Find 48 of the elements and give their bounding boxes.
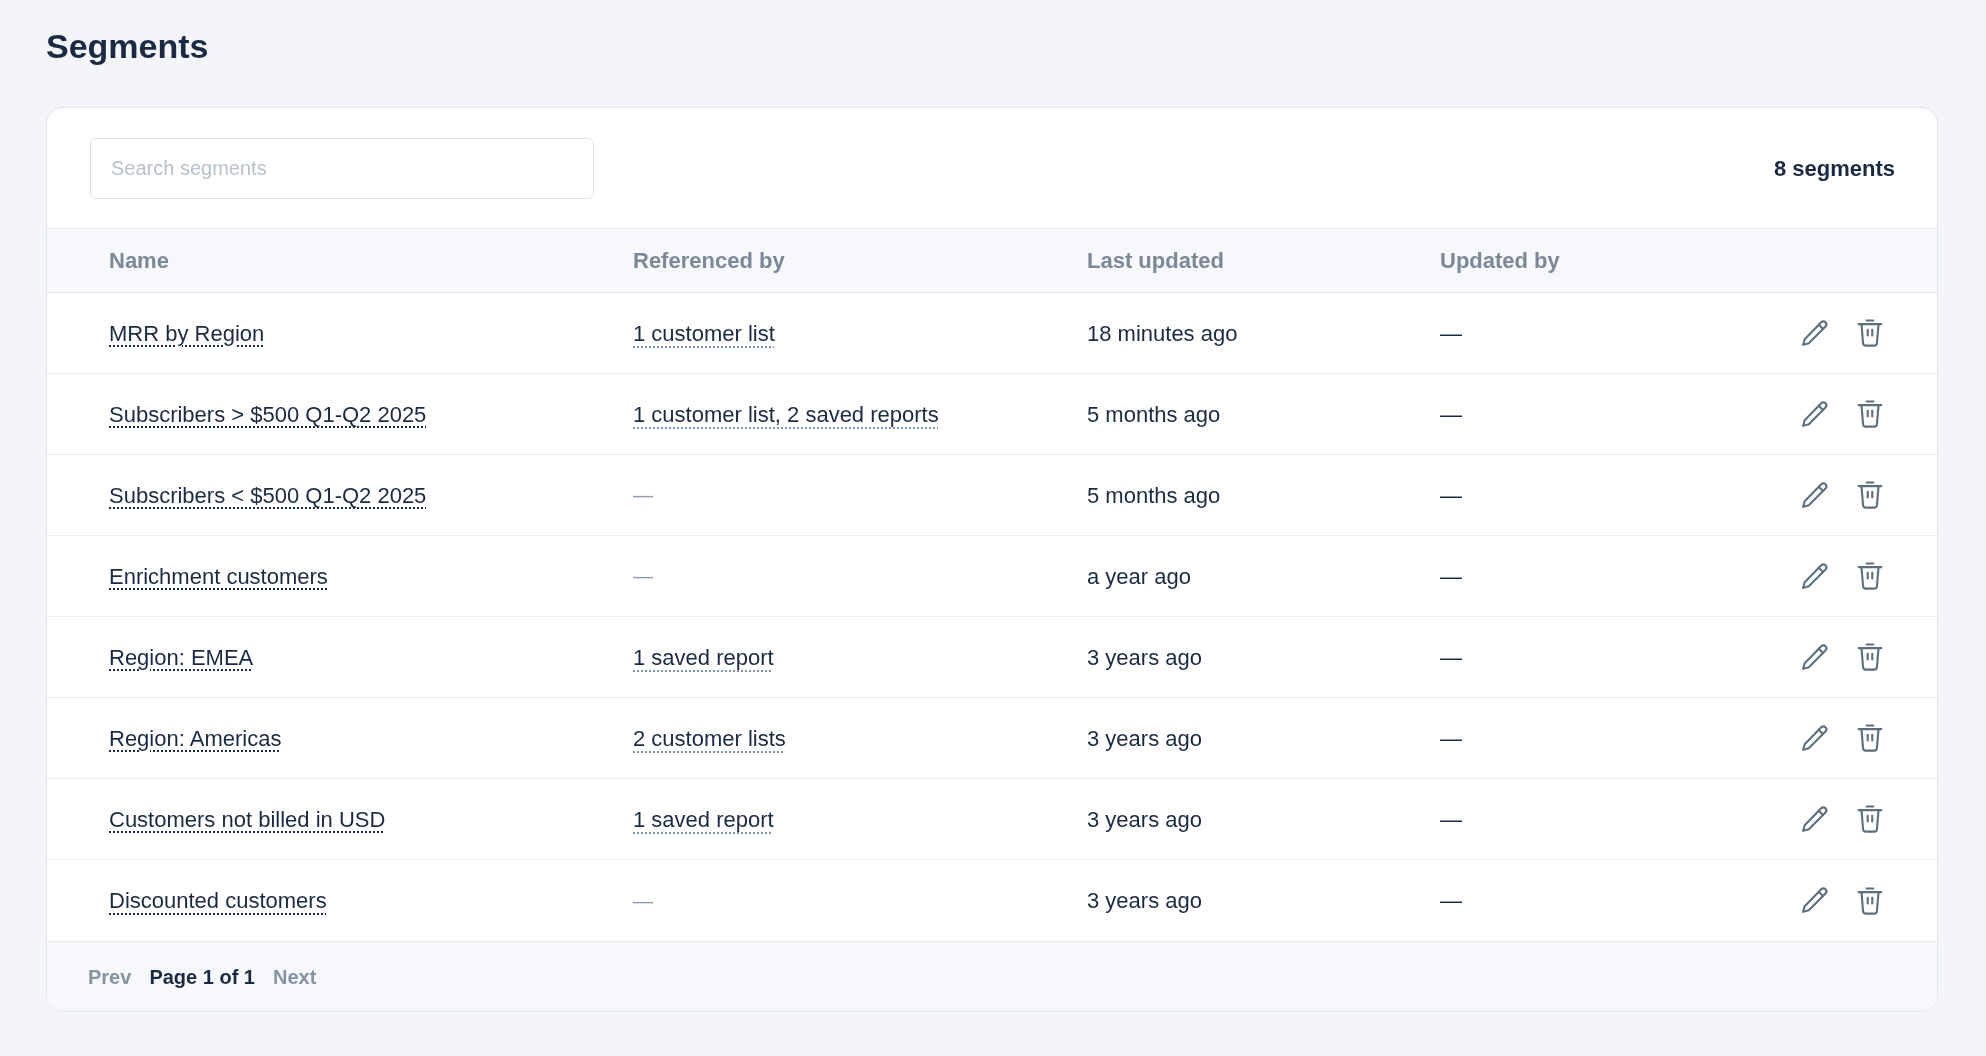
last-updated-text: 5 months ago	[1087, 401, 1221, 427]
updated-by-text: —	[1440, 401, 1462, 427]
segment-link[interactable]: Subscribers > $500 Q1-Q2 2025	[109, 401, 427, 427]
page-title: Segments	[46, 26, 209, 67]
last-updated-text: 5 months ago	[1087, 482, 1221, 508]
column-header: Last updated	[1087, 248, 1224, 273]
updated-by-text: —	[1440, 320, 1462, 346]
updated-by-text: —	[1440, 725, 1462, 751]
no-references-text: —	[633, 484, 653, 506]
last-updated-text: 3 years ago	[1087, 725, 1202, 751]
no-references-text: —	[633, 889, 653, 912]
search-field[interactable]: Search segments	[90, 137, 594, 199]
segment-link[interactable]: Enrichment customers	[109, 563, 328, 589]
updated-by-text: —	[1440, 806, 1462, 832]
last-updated-text: a year ago	[1087, 563, 1191, 589]
last-updated-text: 3 years ago	[1087, 806, 1202, 832]
no-references-text: —	[633, 565, 653, 587]
references-link[interactable]: 1 saved report	[633, 806, 774, 832]
pencil-icon[interactable]	[1799, 722, 1830, 754]
pencil-icon[interactable]	[1799, 560, 1830, 592]
segment-link[interactable]: Discounted customers	[109, 888, 327, 913]
references-link[interactable]: 1 saved report	[633, 644, 774, 670]
references-link[interactable]: 1 customer list	[633, 320, 775, 346]
references-link[interactable]: 2 customer lists	[633, 725, 786, 751]
segment-count: 8 segments	[1773, 154, 1895, 183]
segment-link[interactable]: Region: Americas	[109, 725, 282, 751]
page-status: Page 1 of 1	[149, 964, 255, 990]
segment-link[interactable]: Region: EMEA	[109, 644, 254, 670]
updated-by-text: —	[1440, 482, 1462, 508]
updated-by-text: —	[1440, 888, 1462, 913]
pencil-icon[interactable]	[1799, 479, 1830, 511]
column-header: Name	[109, 248, 169, 273]
segment-link[interactable]: MRR by Region	[109, 320, 265, 346]
last-updated-text: 3 years ago	[1087, 888, 1202, 913]
references-link[interactable]: 1 customer list, 2 saved reports	[633, 401, 939, 427]
last-updated-text: 18 minutes ago	[1087, 320, 1238, 346]
pencil-icon[interactable]	[1799, 641, 1830, 673]
segment-link[interactable]: Subscribers < $500 Q1-Q2 2025	[109, 482, 427, 508]
pencil-icon[interactable]	[1799, 803, 1830, 835]
pencil-icon[interactable]	[1799, 398, 1830, 430]
column-header: Referenced by	[633, 248, 785, 273]
column-header: Updated by	[1440, 248, 1560, 273]
updated-by-text: —	[1440, 644, 1462, 670]
pencil-icon[interactable]	[1799, 885, 1830, 916]
last-updated-text: 3 years ago	[1087, 644, 1202, 670]
pencil-icon[interactable]	[1799, 317, 1830, 349]
updated-by-text: —	[1440, 563, 1462, 589]
segment-link[interactable]: Customers not billed in USD	[109, 806, 386, 832]
